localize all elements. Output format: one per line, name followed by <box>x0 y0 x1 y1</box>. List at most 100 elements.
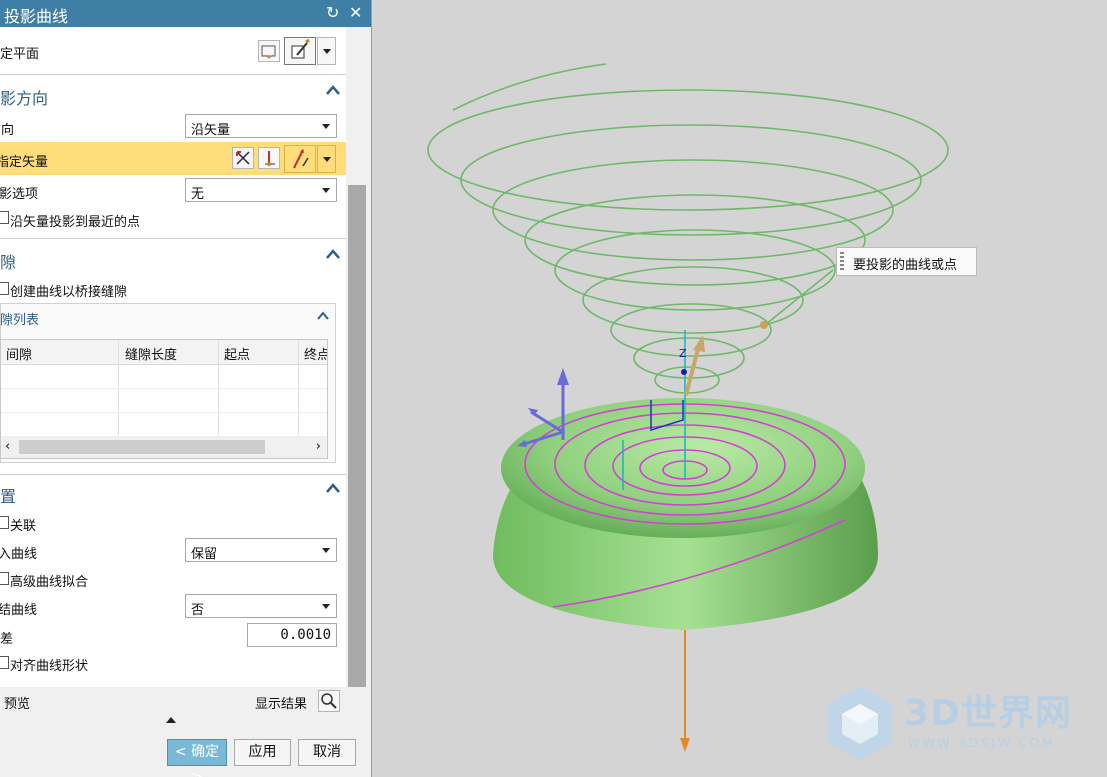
vector-dropdown-button[interactable] <box>317 145 336 173</box>
specify-vector-row[interactable]: 指定矢量 <box>0 142 346 175</box>
selection-tooltip: 要投影的曲线或点 <box>836 247 977 276</box>
chevron-down-icon <box>322 188 330 193</box>
direction-section-title: 投影方向 <box>0 89 49 108</box>
scroll-thumb[interactable] <box>19 440 265 454</box>
input-curves-label: 输入曲线 <box>0 547 38 562</box>
chevron-down-icon <box>322 604 330 609</box>
plane-selector-button[interactable] <box>284 37 316 65</box>
column-header[interactable]: 间隙 <box>6 344 32 363</box>
collapse-caret-icon <box>326 483 340 493</box>
input-curves-select[interactable]: 保留 <box>185 538 337 562</box>
nearest-point-label: 沿矢量投影到最近的点 <box>10 215 141 230</box>
direction-section-header[interactable]: 投影方向 <box>0 79 346 109</box>
advanced-fit-label: 高级曲线拟合 <box>10 575 89 590</box>
plane-dropdown-button[interactable] <box>317 37 336 65</box>
settings-section-header[interactable]: 设置 <box>0 477 346 507</box>
associative-label: 关联 <box>10 519 37 534</box>
column-header[interactable]: 缝隙长度 <box>125 344 177 363</box>
horizontal-scrollbar[interactable]: ‹ › <box>1 436 327 458</box>
gap-table-header: 间隙 缝隙长度 起点 终点 <box>1 340 327 365</box>
gap-section-title: 缝隙 <box>0 253 17 272</box>
tooltip-text: 要投影的曲线或点 <box>853 258 958 273</box>
scroll-left-icon[interactable]: ‹ <box>5 439 10 454</box>
join-curves-select[interactable]: 否 <box>185 594 337 618</box>
cube-logo-icon <box>828 686 892 760</box>
bridge-gap-label: 创建曲线以桥接缝隙 <box>10 285 128 300</box>
show-result-button[interactable] <box>318 690 340 712</box>
divider <box>0 238 346 239</box>
plane-dialog-button[interactable] <box>258 40 280 62</box>
plane-icon <box>261 45 276 59</box>
show-result-label: 显示结果 <box>255 697 308 712</box>
dialog-titlebar: 投影曲线 ↻ ✕ <box>0 0 371 27</box>
collapse-caret-icon[interactable] <box>317 310 329 322</box>
collapse-footer-icon[interactable] <box>166 717 176 723</box>
direction-value: 沿矢量 <box>191 123 231 138</box>
dialog-content: 指定平面 投影方向 方向 沿矢量 指定矢量 <box>0 27 346 687</box>
watermark-url: WWW.3DSJW.COM <box>908 736 1056 750</box>
ok-button[interactable]: < 确定 > <box>167 739 227 777</box>
collapse-caret-icon <box>326 85 340 95</box>
tolerance-label: 公差 <box>0 632 14 647</box>
scroll-right-icon[interactable]: › <box>316 439 321 454</box>
projection-dialog: 投影曲线 ↻ ✕ 指定平面 投影方向 方向 沿矢量 指定矢量 <box>0 0 372 777</box>
chevron-down-icon <box>322 124 330 129</box>
vector-dialog-button[interactable] <box>258 147 280 169</box>
gap-table: 间隙 缝隙长度 起点 终点 ‹ › <box>0 339 328 459</box>
collapse-caret-icon <box>326 249 340 259</box>
tolerance-input[interactable]: 0.0010 <box>247 623 337 647</box>
chevron-down-icon <box>323 157 331 162</box>
watermark-text: 3D世界网 <box>904 693 1072 734</box>
direction-label: 方向 <box>0 123 15 138</box>
column-header[interactable]: 终点 <box>304 344 327 363</box>
column-header[interactable]: 起点 <box>224 344 250 363</box>
specify-vector-label: 指定矢量 <box>0 155 49 170</box>
chevron-down-icon <box>323 49 331 54</box>
join-curves-value: 否 <box>191 603 205 618</box>
divider <box>0 74 346 75</box>
svg-text:Z: Z <box>679 347 687 360</box>
projection-option-label: 投影选项 <box>0 187 39 202</box>
input-curves-value: 保留 <box>191 547 218 562</box>
divider <box>0 474 346 475</box>
reverse-direction-button[interactable] <box>232 147 254 169</box>
vertical-scrollbar[interactable]: ⌄ <box>346 27 368 717</box>
reverse-direction-icon <box>236 151 250 165</box>
plane-edit-icon <box>291 38 310 59</box>
bridge-gap-checkbox[interactable] <box>0 282 9 295</box>
scroll-thumb[interactable] <box>348 185 366 695</box>
tolerance-value: 0.0010 <box>280 627 331 643</box>
curve-end-point[interactable] <box>760 321 768 329</box>
projection-option-value: 无 <box>191 187 205 202</box>
join-curves-label: 连结曲线 <box>0 603 38 618</box>
apply-button[interactable]: 应用 <box>234 739 291 766</box>
gap-list-title: 缝隙列表 <box>0 313 40 328</box>
magnifier-icon <box>321 693 337 709</box>
close-icon[interactable]: ✕ <box>349 3 362 22</box>
direction-select[interactable]: 沿矢量 <box>185 114 337 138</box>
spiral-curve[interactable] <box>427 63 949 394</box>
vector-selector-button[interactable] <box>284 145 316 173</box>
align-shape-label: 对齐曲线形状 <box>10 659 89 674</box>
reset-icon[interactable]: ↻ <box>326 3 339 22</box>
dialog-title: 投影曲线 <box>4 7 69 26</box>
watermark: 3D世界网 WWW.3DSJW.COM <box>824 680 1094 770</box>
settings-section-title: 设置 <box>0 487 17 506</box>
cancel-button[interactable]: 取消 <box>298 739 356 766</box>
advanced-fit-checkbox[interactable] <box>0 572 9 585</box>
vector-edit-icon <box>293 149 309 169</box>
dialog-footer: 预览 显示结果 < 确定 > 应用 取消 <box>0 687 371 777</box>
align-shape-checkbox[interactable] <box>0 656 9 669</box>
projection-option-select[interactable]: 无 <box>185 178 337 202</box>
preview-label[interactable]: 预览 <box>4 693 30 712</box>
nearest-point-checkbox[interactable] <box>0 211 9 224</box>
vector-icon <box>265 151 275 166</box>
specify-plane-label: 指定平面 <box>0 47 40 62</box>
chevron-down-icon <box>322 548 330 553</box>
row-divider <box>1 412 327 413</box>
gap-section-header[interactable]: 缝隙 <box>0 243 346 273</box>
graphics-viewport[interactable]: Z <box>373 0 1107 777</box>
grip-icon <box>840 252 844 272</box>
associative-checkbox[interactable] <box>0 516 9 529</box>
row-divider <box>1 388 327 389</box>
